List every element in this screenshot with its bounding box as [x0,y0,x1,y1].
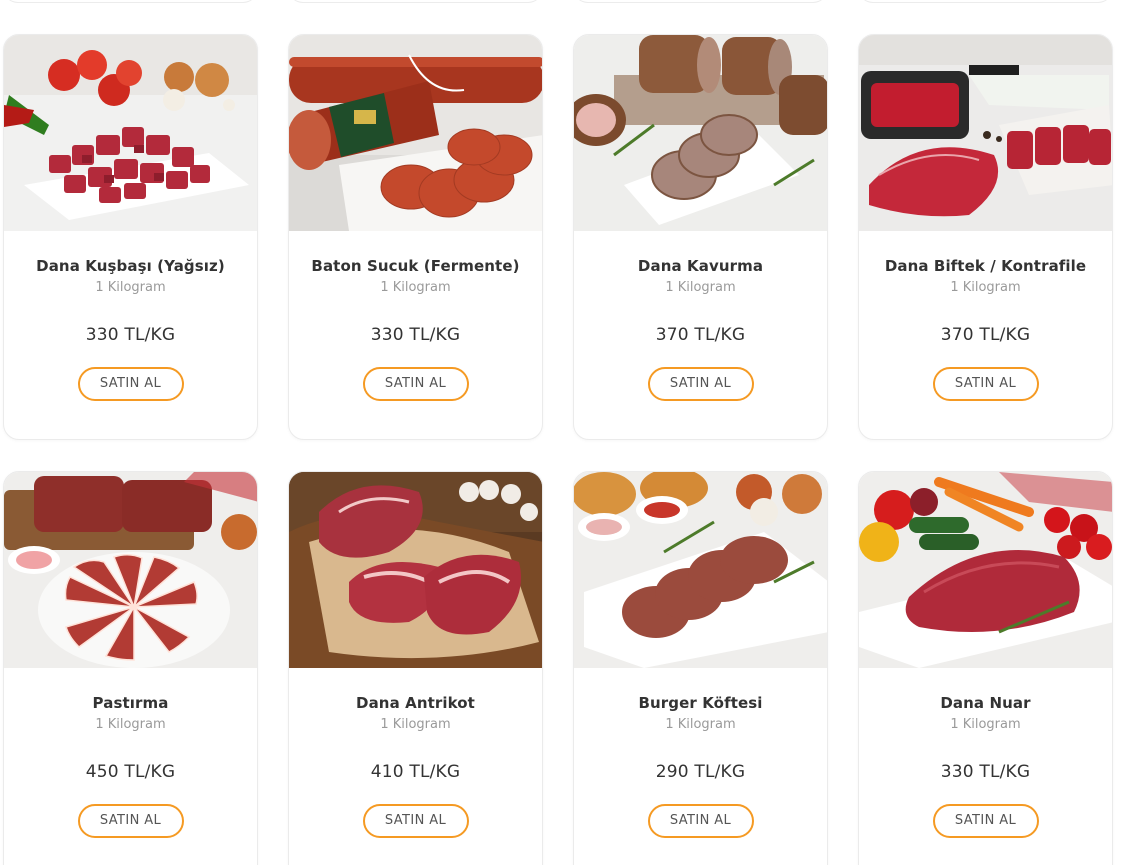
card-stub [288,0,543,3]
product-unit: 1 Kilogram [950,717,1021,732]
buy-button[interactable]: SATIN AL [932,804,1039,838]
product-image-biftek[interactable] [859,35,1112,231]
buy-button[interactable]: SATIN AL [362,804,469,838]
card-stub [573,0,828,3]
product-image-pastirma[interactable] [4,472,257,668]
product-title[interactable]: Dana Antrikot [289,694,542,712]
product-unit: 1 Kilogram [380,717,451,732]
product-card[interactable]: Dana Kavurma 1 Kilogram 370 TL/KG SATIN … [573,34,828,440]
product-unit: 1 Kilogram [950,280,1021,295]
product-price: 450 TL/KG [85,762,176,782]
product-card[interactable]: Dana Nuar 1 Kilogram 330 TL/KG SATIN AL [858,471,1113,865]
product-title[interactable]: Burger Köftesi [574,694,827,712]
product-card[interactable]: Dana Kuşbaşı (Yağsız) 1 Kilogram 330 TL/… [3,34,258,440]
product-image-kavurma[interactable] [574,35,827,231]
product-price: 290 TL/KG [655,762,746,782]
product-price: 330 TL/KG [85,325,176,345]
buy-button[interactable]: SATIN AL [77,367,184,401]
product-card[interactable]: Dana Antrikot 1 Kilogram 410 TL/KG SATIN… [288,471,543,865]
product-unit: 1 Kilogram [380,280,451,295]
product-title[interactable]: Dana Kavurma [574,257,827,275]
product-card[interactable]: Burger Köftesi 1 Kilogram 290 TL/KG SATI… [573,471,828,865]
buy-button[interactable]: SATIN AL [362,367,469,401]
product-image-kusbasi[interactable] [4,35,257,231]
card-stub [3,0,258,3]
product-unit: 1 Kilogram [95,280,166,295]
product-unit: 1 Kilogram [665,717,736,732]
product-title[interactable]: Dana Nuar [859,694,1112,712]
product-unit: 1 Kilogram [665,280,736,295]
card-stub [858,0,1113,3]
product-price: 370 TL/KG [655,325,746,345]
buy-button[interactable]: SATIN AL [77,804,184,838]
product-price: 330 TL/KG [940,762,1031,782]
product-card[interactable]: Dana Biftek / Kontrafile 1 Kilogram 370 … [858,34,1113,440]
product-title[interactable]: Dana Kuşbaşı (Yağsız) [4,257,257,275]
product-image-burger[interactable] [574,472,827,668]
product-price: 410 TL/KG [370,762,461,782]
product-card[interactable]: Baton Sucuk (Fermente) 1 Kilogram 330 TL… [288,34,543,440]
product-price: 330 TL/KG [370,325,461,345]
product-price: 370 TL/KG [940,325,1031,345]
product-card[interactable]: Pastırma 1 Kilogram 450 TL/KG SATIN AL [3,471,258,865]
buy-button[interactable]: SATIN AL [647,367,754,401]
buy-button[interactable]: SATIN AL [932,367,1039,401]
product-title[interactable]: Baton Sucuk (Fermente) [289,257,542,275]
product-image-nuar[interactable] [859,472,1112,668]
product-title[interactable]: Pastırma [4,694,257,712]
product-image-antrikot[interactable] [289,472,542,668]
product-title[interactable]: Dana Biftek / Kontrafile [859,257,1112,275]
product-image-sucuk[interactable] [289,35,542,231]
product-grid-page: Dana Kuşbaşı (Yağsız) 1 Kilogram 330 TL/… [0,0,1126,865]
product-unit: 1 Kilogram [95,717,166,732]
buy-button[interactable]: SATIN AL [647,804,754,838]
